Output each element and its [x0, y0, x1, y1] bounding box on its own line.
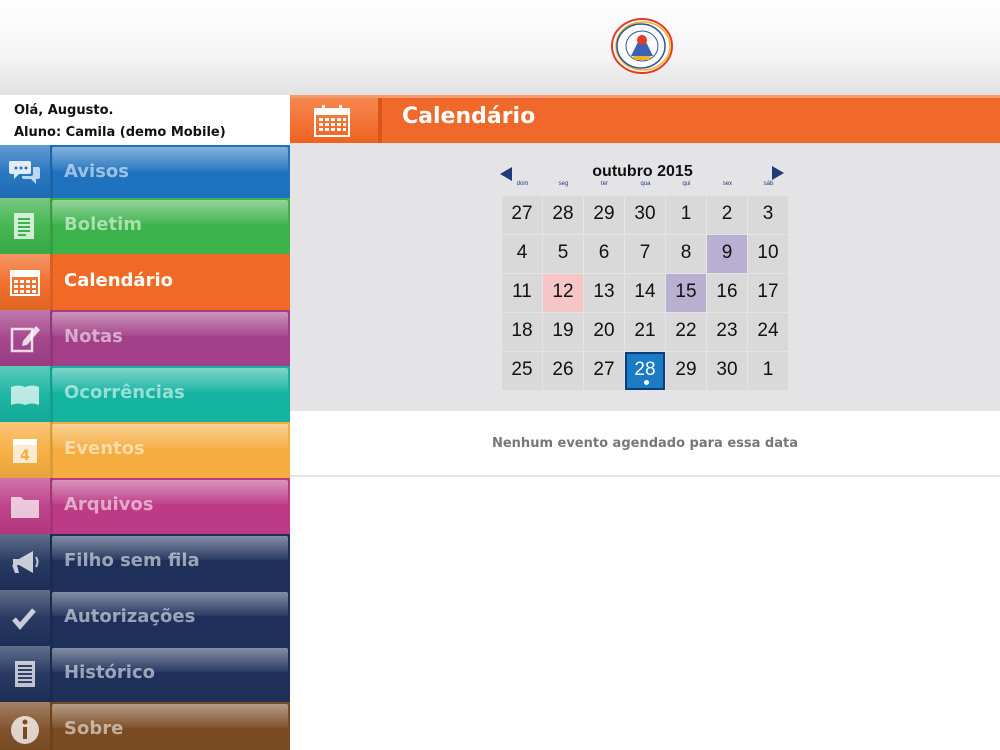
- calendar: outubro 2015 dom seg ter qua qui sex sáb 27 28 2…: [290, 143, 1000, 411]
- calendar-day[interactable]: 11: [502, 274, 542, 312]
- folder-icon: [11, 497, 39, 518]
- calendar-day[interactable]: 6: [584, 235, 624, 273]
- calendar-day[interactable]: 22: [666, 313, 706, 351]
- header-divider: [378, 98, 382, 143]
- weekday-header: dom seg ter qua qui sex sáb: [502, 181, 789, 191]
- calendar-day[interactable]: 23: [707, 313, 747, 351]
- calendar-day[interactable]: 16: [707, 274, 747, 312]
- school-seal-logo-icon: [611, 18, 673, 74]
- sidebar-item-calendario[interactable]: Calendário: [0, 254, 290, 310]
- calendar-day[interactable]: 10: [748, 235, 788, 273]
- greeting-text: Olá, Augusto.: [14, 103, 114, 118]
- calendar-day[interactable]: 12: [543, 274, 583, 312]
- sidebar-item-eventos[interactable]: 4 Eventos: [0, 422, 290, 478]
- sidebar-menu: Avisos Boletim Calendário Notas Ocorrências 4…: [0, 145, 290, 750]
- calendar-day[interactable]: 13: [584, 274, 624, 312]
- event-dot-icon: [644, 380, 649, 385]
- sidebar-item-label: Filho sem fila: [64, 550, 200, 571]
- pencil-note-icon: [10, 326, 40, 353]
- sidebar-item-filho-sem-fila[interactable]: Filho sem fila: [0, 534, 290, 590]
- calendar-day[interactable]: 30: [625, 196, 665, 234]
- sidebar-item-label: Histórico: [64, 662, 156, 683]
- weekday-label: qua: [640, 181, 651, 187]
- sidebar-item-arquivos[interactable]: Arquivos: [0, 478, 290, 534]
- svg-text:4: 4: [20, 448, 30, 464]
- calendar-day[interactable]: 17: [748, 274, 788, 312]
- weekday-label: dom: [516, 181, 529, 187]
- sidebar-item-label: Notas: [64, 326, 123, 347]
- weekday-label: qui: [682, 181, 691, 187]
- page-header: Calendário: [290, 95, 1000, 143]
- calendar-day[interactable]: 21: [625, 313, 665, 351]
- sidebar-item-label: Autorizações: [64, 606, 196, 627]
- sidebar: Olá, Augusto. Aluno: Camila (demo Mobile…: [0, 95, 290, 750]
- weekday-label: ter: [600, 181, 608, 187]
- speech-bubbles-icon: [9, 161, 40, 184]
- calendar-icon: [314, 105, 350, 137]
- calendar-day-icon: 4: [13, 439, 37, 464]
- weekday-label: seg: [558, 181, 569, 187]
- info-icon: [11, 716, 39, 744]
- calendar-day[interactable]: 19: [543, 313, 583, 351]
- calendar-day[interactable]: 28: [543, 196, 583, 234]
- sidebar-item-label: Calendário: [64, 270, 173, 291]
- calendar-day[interactable]: 3: [748, 196, 788, 234]
- weekday-label: sex: [722, 181, 733, 187]
- sidebar-item-label: Arquivos: [64, 494, 154, 515]
- sidebar-item-label: Avisos: [64, 161, 129, 182]
- prev-month-icon[interactable]: [500, 167, 512, 181]
- calendar-day[interactable]: 4: [502, 235, 542, 273]
- calendar-day[interactable]: 26: [543, 352, 583, 390]
- document-icon: [14, 213, 34, 239]
- calendar-day[interactable]: 28: [625, 352, 665, 390]
- sidebar-item-ocorrencias[interactable]: Ocorrências: [0, 366, 290, 422]
- menu-divider: [50, 254, 53, 310]
- sidebar-item-notas[interactable]: Notas: [0, 310, 290, 366]
- no-events-message: Nenhum evento agendado para essa data: [290, 411, 1000, 477]
- sidebar-item-boletim[interactable]: Boletim: [0, 198, 290, 254]
- checkmark-icon: [12, 608, 36, 630]
- sidebar-item-label: Ocorrências: [64, 382, 185, 403]
- calendar-day[interactable]: 5: [543, 235, 583, 273]
- megaphone-icon: [12, 551, 39, 573]
- next-month-icon[interactable]: [772, 166, 784, 180]
- top-header: [0, 0, 1000, 95]
- sidebar-item-autorizacoes[interactable]: Autorizações: [0, 590, 290, 646]
- calendar-day[interactable]: 29: [666, 352, 706, 390]
- open-book-icon: [11, 385, 39, 405]
- calendar-day[interactable]: 27: [502, 196, 542, 234]
- calendar-day[interactable]: 9: [707, 235, 747, 273]
- sidebar-item-sobre[interactable]: Sobre: [0, 702, 290, 750]
- calendar-day[interactable]: 2: [707, 196, 747, 234]
- calendar-month-label: outubro 2015: [592, 163, 693, 180]
- header-icon-box: [290, 98, 378, 143]
- sidebar-item-label: Sobre: [64, 718, 124, 739]
- calendar-icon: [10, 270, 40, 296]
- calendar-day[interactable]: 7: [625, 235, 665, 273]
- calendar-day[interactable]: 24: [748, 313, 788, 351]
- calendar-grid: 27 28 29 30 1 2 3 4 5 6 7 8 9 10 11 12 13 14 15 16 17 18 19 20 2…: [502, 196, 789, 391]
- calendar-day[interactable]: 30: [707, 352, 747, 390]
- user-greeting: Olá, Augusto. Aluno: Camila (demo Mobile…: [0, 95, 290, 145]
- sidebar-item-historico[interactable]: Histórico: [0, 646, 290, 702]
- weekday-label: sáb: [763, 181, 774, 187]
- calendar-day[interactable]: 8: [666, 235, 706, 273]
- page-title: Calendário: [402, 104, 536, 129]
- calendar-day[interactable]: 1: [748, 352, 788, 390]
- calendar-day[interactable]: 27: [584, 352, 624, 390]
- calendar-day[interactable]: 1: [666, 196, 706, 234]
- list-document-icon: [15, 661, 35, 687]
- calendar-day[interactable]: 18: [502, 313, 542, 351]
- calendar-day[interactable]: 29: [584, 196, 624, 234]
- calendar-day[interactable]: 25: [502, 352, 542, 390]
- calendar-day[interactable]: 20: [584, 313, 624, 351]
- sidebar-item-label: Boletim: [64, 214, 142, 235]
- calendar-day[interactable]: 14: [625, 274, 665, 312]
- sidebar-item-avisos[interactable]: Avisos: [0, 145, 290, 198]
- student-name: Aluno: Camila (demo Mobile): [14, 125, 226, 140]
- main-content: Calendário outubro 2015 dom seg ter qua qui s…: [290, 95, 1000, 750]
- sidebar-item-label: Eventos: [64, 438, 145, 459]
- calendar-day[interactable]: 15: [666, 274, 706, 312]
